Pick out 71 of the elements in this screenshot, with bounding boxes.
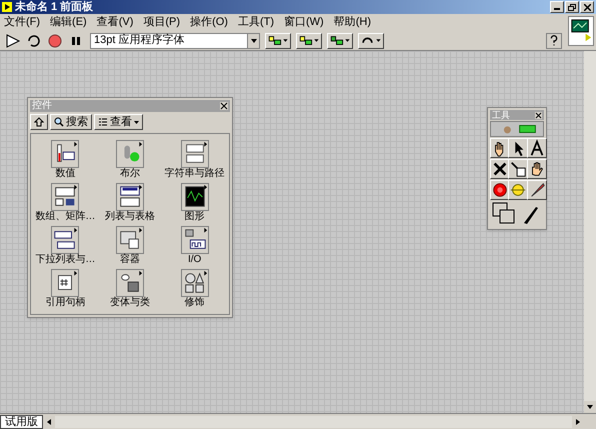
tool-icon[interactable] [508, 138, 528, 158]
distribute-objects-icon[interactable] [296, 32, 322, 48]
palette-item-label[interactable]: 字符串与路径 [164, 169, 225, 179]
vertical-scrollbar[interactable] [584, 51, 596, 413]
menu-item[interactable]: 窗口(W) [284, 14, 324, 31]
palette-item-icon [51, 269, 80, 297]
palette-item-label[interactable]: 列表与表格 [104, 212, 155, 222]
up-arrow-icon [34, 117, 44, 127]
tool-icon[interactable] [526, 159, 547, 179]
menu-item[interactable]: 文件(F) [4, 14, 40, 31]
menu-item[interactable]: 项目(P) [143, 14, 180, 31]
scroll-down-icon[interactable] [584, 401, 596, 413]
palette-item-icon [116, 183, 144, 211]
palette-item-icon [116, 226, 144, 254]
tool-icon[interactable] [508, 180, 528, 200]
menu-item[interactable]: 帮助(H) [334, 14, 371, 31]
run-arrow-icon[interactable] [4, 32, 22, 48]
help-icon[interactable] [546, 32, 562, 48]
status-tab[interactable]: 试用版 [0, 414, 43, 428]
palette-item-label[interactable]: 引用句柄 [45, 298, 86, 308]
font-dropdown[interactable]: 13pt 应用程序字体 [90, 32, 260, 48]
vi-icon [568, 16, 594, 46]
palette-item-label[interactable]: 数值 [55, 169, 76, 179]
tool-icon[interactable] [526, 138, 547, 158]
tool-icon[interactable] [490, 138, 510, 158]
palette-item-label[interactable]: 图形 [184, 212, 205, 222]
tool-icon[interactable] [526, 180, 547, 200]
close-icon[interactable] [220, 102, 228, 110]
palette-title: 工具 [492, 110, 510, 120]
palette-item-label[interactable]: 容器 [120, 255, 140, 265]
palette-item-icon [116, 269, 144, 297]
list-icon [98, 117, 108, 127]
tool-icon[interactable] [490, 159, 510, 179]
palette-item-label[interactable]: 数组、矩阵… [35, 212, 96, 222]
palette-item-icon [51, 226, 80, 254]
stop-icon[interactable] [46, 32, 64, 48]
search-icon [54, 117, 64, 127]
app-icon [2, 2, 12, 12]
window-title: 未命名 1 前面板 [15, 2, 94, 12]
reorder-objects-icon[interactable] [358, 32, 384, 48]
palette-item-label[interactable]: I/O [188, 255, 202, 265]
palette-item-icon [180, 226, 209, 254]
menu-item[interactable]: 编辑(E) [50, 14, 87, 31]
palette-title: 控件 [32, 101, 52, 111]
close-icon[interactable] [535, 112, 542, 118]
palette-item-label[interactable]: 布尔 [120, 169, 140, 179]
close-icon[interactable] [584, 4, 590, 10]
palette-item-icon [180, 183, 209, 211]
tool-icon[interactable] [490, 180, 510, 200]
menu-item[interactable]: 查看(V) [96, 14, 134, 31]
caret-icon [134, 120, 139, 124]
align-objects-icon[interactable] [265, 32, 291, 48]
menu-item[interactable]: 操作(O) [190, 14, 228, 31]
horizontal-scrollbar[interactable] [43, 416, 584, 428]
menu-item[interactable]: 工具(T) [238, 14, 274, 31]
palette-item-icon [51, 183, 80, 211]
up-button[interactable] [30, 114, 48, 130]
resize-objects-icon[interactable] [327, 32, 353, 48]
palette-item-icon [116, 140, 144, 168]
tool-icon[interactable] [508, 159, 528, 179]
view-button[interactable]: 查看 [94, 114, 143, 130]
scroll-left-icon[interactable] [43, 416, 55, 428]
palette-item-label[interactable]: 变体与类 [110, 298, 150, 308]
caret-icon [250, 38, 256, 42]
restore-icon[interactable] [568, 4, 576, 10]
palette-item-icon [180, 140, 209, 168]
palette-item-label[interactable]: 修饰 [184, 298, 205, 308]
search-button[interactable]: 搜索 [50, 114, 92, 130]
palette-item-label[interactable]: 下拉列表与… [35, 255, 96, 265]
palette-item-icon [51, 140, 80, 168]
palette-item-icon [180, 269, 209, 297]
